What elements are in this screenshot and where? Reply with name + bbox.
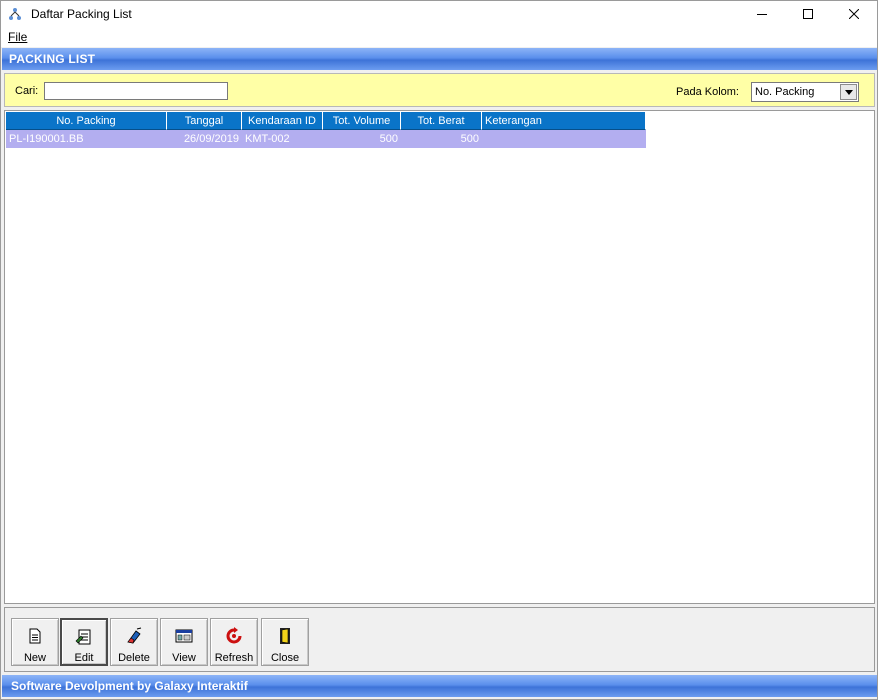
window-controls <box>739 1 877 27</box>
menu-file-label: File <box>8 30 28 44</box>
view-window-icon <box>174 626 194 646</box>
search-panel: Cari: Pada Kolom: No. Packing <box>4 73 875 107</box>
close-button-label: Close <box>270 652 300 664</box>
cell-no-packing: PL-I190001.BB <box>9 133 84 145</box>
delete-button[interactable]: Delete <box>110 618 158 666</box>
section-title: PACKING LIST <box>9 52 96 66</box>
eraser-icon <box>124 626 144 646</box>
maximize-icon <box>803 9 813 19</box>
column-filter-label: Pada Kolom: <box>676 86 739 98</box>
cell-tot-volume: 500 <box>379 133 398 145</box>
edit-document-icon <box>74 627 94 646</box>
data-grid[interactable]: No. Packing Tanggal Kendaraan ID Tot. Vo… <box>4 110 875 604</box>
dropdown-arrow-button[interactable] <box>840 84 857 100</box>
column-header-keterangan[interactable]: Keterangan <box>482 112 646 130</box>
search-input[interactable] <box>44 82 228 100</box>
column-header-tot-berat[interactable]: Tot. Berat <box>401 112 482 130</box>
new-button-label: New <box>23 652 46 664</box>
column-filter-select[interactable]: No. Packing <box>751 82 859 102</box>
close-button[interactable]: Close <box>261 618 309 666</box>
edit-button[interactable]: Edit <box>60 618 108 666</box>
cell-kendaraan-id: KMT-002 <box>245 133 290 145</box>
column-header-no-packing[interactable]: No. Packing <box>6 112 167 130</box>
section-header: PACKING LIST <box>2 48 877 70</box>
close-icon <box>849 9 859 19</box>
table-row[interactable]: PL-I190001.BB 26/09/2019 KMT-002 500 500 <box>6 130 646 148</box>
cell-keterangan <box>482 130 646 148</box>
grid-header: No. Packing Tanggal Kendaraan ID Tot. Vo… <box>6 112 646 130</box>
cell-tanggal: 26/09/2019 <box>183 133 239 145</box>
footer-text: Software Devolpment by Galaxy Interaktif <box>11 679 248 693</box>
refresh-icon <box>224 626 244 646</box>
new-button[interactable]: New <box>11 618 59 666</box>
new-document-icon <box>25 626 45 646</box>
app-window: Daftar Packing List File PACKING LIST Ca… <box>0 0 878 700</box>
close-window-button[interactable] <box>831 1 877 27</box>
refresh-button-label: Refresh <box>214 652 254 664</box>
exit-door-icon <box>275 626 295 646</box>
column-header-kendaraan-id[interactable]: Kendaraan ID <box>242 112 323 130</box>
search-label: Cari: <box>15 85 39 97</box>
menu-bar: File <box>1 27 877 47</box>
chevron-down-icon <box>844 89 853 95</box>
action-toolbar: New Edit Delete View Refresh Close <box>4 607 875 672</box>
column-filter-value: No. Packing <box>755 86 815 98</box>
maximize-button[interactable] <box>785 1 831 27</box>
minimize-button[interactable] <box>739 1 785 27</box>
column-header-tot-volume[interactable]: Tot. Volume <box>323 112 401 130</box>
delete-button-label: Delete <box>118 652 150 664</box>
view-button-label: View <box>172 652 196 664</box>
cell-tot-berat: 500 <box>460 133 479 145</box>
refresh-button[interactable]: Refresh <box>210 618 258 666</box>
menu-file[interactable]: File <box>1 30 34 44</box>
footer-credit: Software Devolpment by Galaxy Interaktif <box>2 675 877 697</box>
title-bar[interactable]: Daftar Packing List <box>1 1 877 27</box>
view-button[interactable]: View <box>160 618 208 666</box>
app-tree-icon <box>7 6 23 22</box>
edit-button-label: Edit <box>74 652 94 664</box>
minimize-icon <box>757 14 767 15</box>
window-title: Daftar Packing List <box>31 7 132 21</box>
column-header-tanggal[interactable]: Tanggal <box>167 112 242 130</box>
